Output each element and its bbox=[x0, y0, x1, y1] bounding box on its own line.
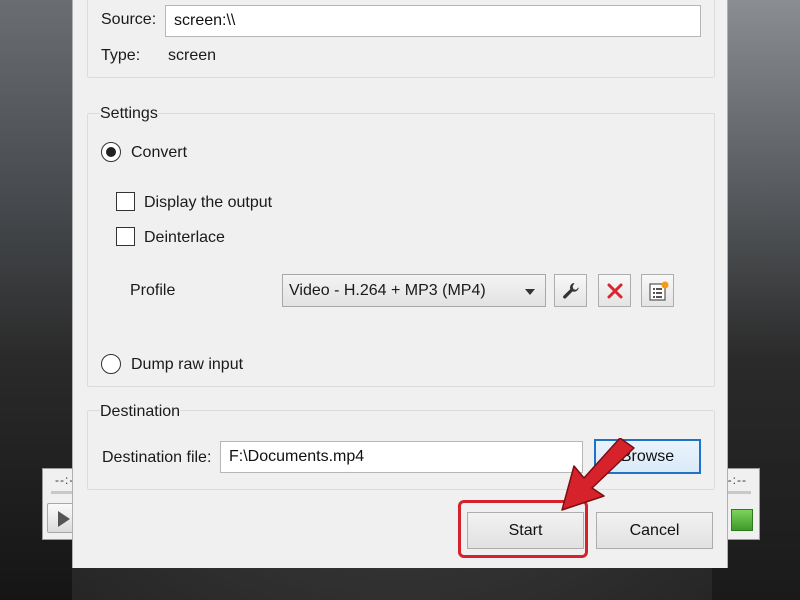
source-label: Source: bbox=[101, 11, 157, 28]
destination-file-field[interactable]: F:\Documents.mp4 bbox=[220, 441, 583, 473]
delete-x-icon bbox=[607, 283, 623, 299]
convert-label[interactable]: Convert bbox=[131, 144, 187, 162]
deinterlace-checkbox[interactable] bbox=[116, 227, 135, 246]
settings-title: Settings bbox=[100, 105, 158, 123]
new-profile-button[interactable] bbox=[641, 274, 674, 307]
wrench-icon bbox=[563, 283, 579, 299]
edit-profile-button[interactable] bbox=[554, 274, 587, 307]
convert-radio[interactable] bbox=[101, 142, 121, 162]
type-value: screen bbox=[168, 47, 217, 64]
volume-indicator[interactable] bbox=[731, 509, 753, 531]
source-field[interactable]: screen:\\ bbox=[165, 5, 701, 37]
profile-label: Profile bbox=[130, 282, 176, 299]
new-profile-icon bbox=[649, 281, 669, 301]
profile-dropdown[interactable]: Video - H.264 + MP3 (MP4) bbox=[282, 274, 546, 307]
type-label: Type: bbox=[101, 47, 141, 64]
dump-raw-label[interactable]: Dump raw input bbox=[131, 356, 243, 374]
profile-selected: Video - H.264 + MP3 (MP4) bbox=[289, 282, 486, 299]
destination-title: Destination bbox=[100, 403, 181, 421]
red-pointer-arrow bbox=[561, 438, 635, 511]
dump-raw-radio[interactable] bbox=[101, 354, 121, 374]
destination-file-label: Destination file: bbox=[102, 449, 212, 466]
display-output-checkbox[interactable] bbox=[116, 192, 135, 211]
display-output-label[interactable]: Display the output bbox=[144, 194, 272, 212]
chevron-down-icon bbox=[525, 289, 535, 295]
delete-profile-button[interactable] bbox=[598, 274, 631, 307]
deinterlace-label[interactable]: Deinterlace bbox=[144, 229, 225, 247]
